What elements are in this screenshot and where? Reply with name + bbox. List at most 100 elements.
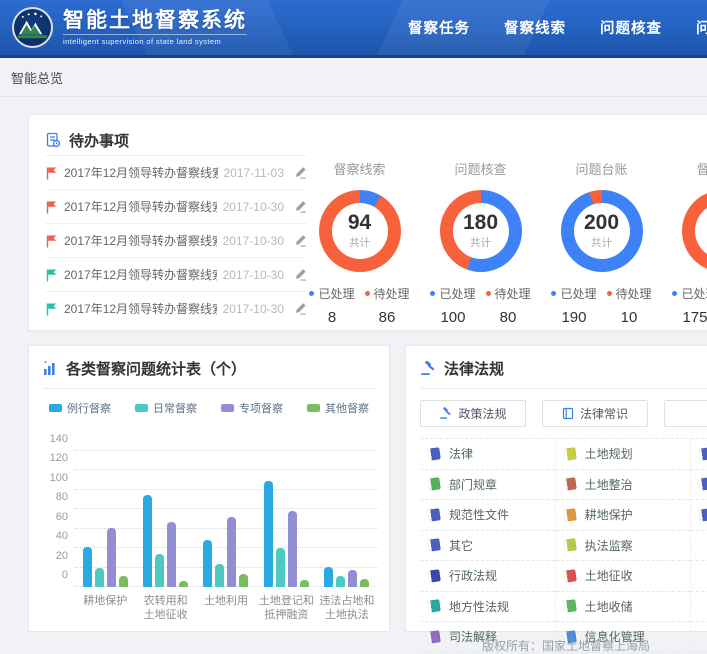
laws-category-button[interactable]: 法律常识: [542, 400, 648, 427]
bar-chart-legend: 例行督察 日常督察 专项督察 其他督察: [29, 400, 389, 416]
flag-icon: [45, 268, 58, 282]
law-link[interactable]: 行政法规: [420, 561, 555, 592]
bar-group: [143, 451, 188, 587]
todo-item-date: 2017-10-30: [223, 268, 284, 282]
todo-item-title: 2017年12月领导转办督察线索: [64, 232, 217, 249]
bar: [203, 540, 212, 587]
law-link-label: 法律: [449, 445, 473, 462]
law-link-label: 规范性文件: [449, 506, 509, 523]
donut-legend-item: 已处理190: [551, 285, 596, 326]
donut-total-label: 共计: [470, 235, 491, 250]
donut-legend: 已处理175待处理: [662, 285, 707, 326]
todo-item[interactable]: 2017年12月领导转办督察线索2017-11-03: [45, 155, 307, 189]
donut-chart: [682, 190, 707, 272]
todo-item-date: 2017-11-03: [224, 166, 285, 180]
book-icon: [427, 447, 441, 461]
donut-legend-label: 已处理: [439, 285, 475, 302]
laws-column: [691, 439, 707, 653]
donut-legend-value: 8: [309, 309, 354, 326]
pending-dot-icon: [365, 291, 370, 296]
y-axis-tick: 60: [56, 511, 68, 523]
laws-category-button[interactable]: [664, 400, 707, 427]
copyright-text: 版权所有：国家土地督察上海局: [482, 637, 650, 654]
gavel-icon: [439, 407, 452, 420]
donut-total-value: 200: [584, 212, 619, 234]
donut-legend-value: 80: [486, 309, 531, 326]
processed-dot-icon: [430, 291, 435, 296]
stat-title: 问题台账: [541, 159, 662, 178]
x-axis-label: 农转用和 土地征收: [135, 594, 195, 623]
donut-center: [695, 203, 707, 259]
donut-legend-label: 待处理: [495, 285, 531, 302]
x-axis-label: 耕地保护: [75, 594, 135, 623]
law-link[interactable]: [691, 500, 707, 531]
legend-swatch: [307, 404, 320, 412]
legend-swatch: [221, 404, 234, 412]
law-link[interactable]: 规范性文件: [420, 500, 555, 531]
bar-groups: [75, 451, 377, 587]
todo-item[interactable]: 2017年12月领导转办督察线索 2017-10-30: [45, 189, 307, 223]
donut-center: 200共计: [574, 203, 630, 259]
button-label: 政策法规: [458, 405, 506, 422]
law-link-label: 土地整治: [585, 476, 633, 493]
todo-item[interactable]: 2017年12月领导转办督察线索2017-10-30: [45, 291, 307, 325]
app-header: 智能土地督察系统 intelligent supervision of stat…: [0, 0, 707, 58]
todo-item-title: 2017年12月领导转办督察线索: [64, 300, 217, 317]
law-link[interactable]: 土地整治: [556, 470, 691, 501]
bar-chart-icon: [43, 361, 58, 376]
chart-legend-item[interactable]: 专项督察: [221, 400, 283, 416]
nav-item[interactable]: 督察线索: [504, 17, 566, 38]
issues-chart-title: 各类督察问题统计表（个）: [66, 358, 246, 379]
bar: [324, 567, 333, 587]
law-link[interactable]: 土地征收: [556, 561, 691, 592]
bar-chart-plot: 020406080100120140 耕地保护农转用和 土地征收土地利用土地登记…: [75, 451, 377, 587]
law-link[interactable]: [691, 470, 707, 501]
donut-legend-value: 190: [551, 309, 596, 326]
book-icon: [563, 538, 577, 552]
law-link[interactable]: 土地收储: [556, 592, 691, 623]
law-link-label: 土地收储: [585, 598, 633, 615]
nav-item[interactable]: 问题台账: [696, 17, 707, 38]
book-icon: [563, 447, 577, 461]
todo-item[interactable]: 2017年12月领导转办督察线索2017-10-30: [45, 257, 307, 291]
todo-item-title: 2017年12月领导转办督察线索: [64, 198, 217, 215]
x-axis-label: 土地登记和 抵押融资: [256, 594, 316, 623]
stats-row: 督察线索94共计已处理8待处理86问题核查180共计已处理100待处理80问题台…: [299, 159, 707, 326]
nav-item[interactable]: 问题核查: [600, 17, 662, 38]
bar: [336, 576, 345, 587]
book-icon: [563, 569, 577, 583]
app-subtitle: intelligent supervision of state land sy…: [63, 34, 247, 46]
todo-item[interactable]: 2017年12月领导转办督察线索2017-10-30: [45, 223, 307, 257]
todo-list-icon: [45, 132, 61, 148]
breadcrumb-divider: [0, 96, 707, 97]
bar-group: [203, 451, 248, 587]
nav-item[interactable]: 督察任务: [408, 17, 470, 38]
x-axis-label: 土地利用: [196, 594, 256, 623]
stat-title: 问题核查: [420, 159, 541, 178]
chart-legend-item[interactable]: 其他督察: [307, 400, 369, 416]
law-link[interactable]: 执法监察: [556, 531, 691, 562]
bar: [107, 528, 116, 587]
law-link[interactable]: 耕地保护: [556, 500, 691, 531]
law-link-label: 其它: [449, 537, 473, 554]
processed-dot-icon: [551, 291, 556, 296]
chart-legend-item[interactable]: 日常督察: [135, 400, 197, 416]
law-link-label: 地方性法规: [449, 598, 509, 615]
donut-total-value: 180: [463, 212, 498, 234]
chart-legend-item[interactable]: 例行督察: [49, 400, 111, 416]
law-link[interactable]: 法律: [420, 439, 555, 470]
law-link-label: 耕地保护: [585, 506, 633, 523]
bar: [288, 511, 297, 587]
law-link-label: 土地规划: [585, 445, 633, 462]
legend-swatch: [49, 404, 62, 412]
todo-item-date: 2017-10-30: [223, 200, 284, 214]
law-link[interactable]: 地方性法规: [420, 592, 555, 623]
header-nav: 督察任务 督察线索 问题核查 问题台账: [408, 0, 707, 55]
law-link[interactable]: 部门规章: [420, 470, 555, 501]
law-link[interactable]: 其它: [420, 531, 555, 562]
law-link[interactable]: 土地规划: [556, 439, 691, 470]
law-link[interactable]: [691, 439, 707, 470]
gavel-icon: [420, 361, 436, 376]
laws-category-button[interactable]: 政策法规: [420, 400, 526, 427]
y-axis-tick: 0: [62, 569, 68, 581]
